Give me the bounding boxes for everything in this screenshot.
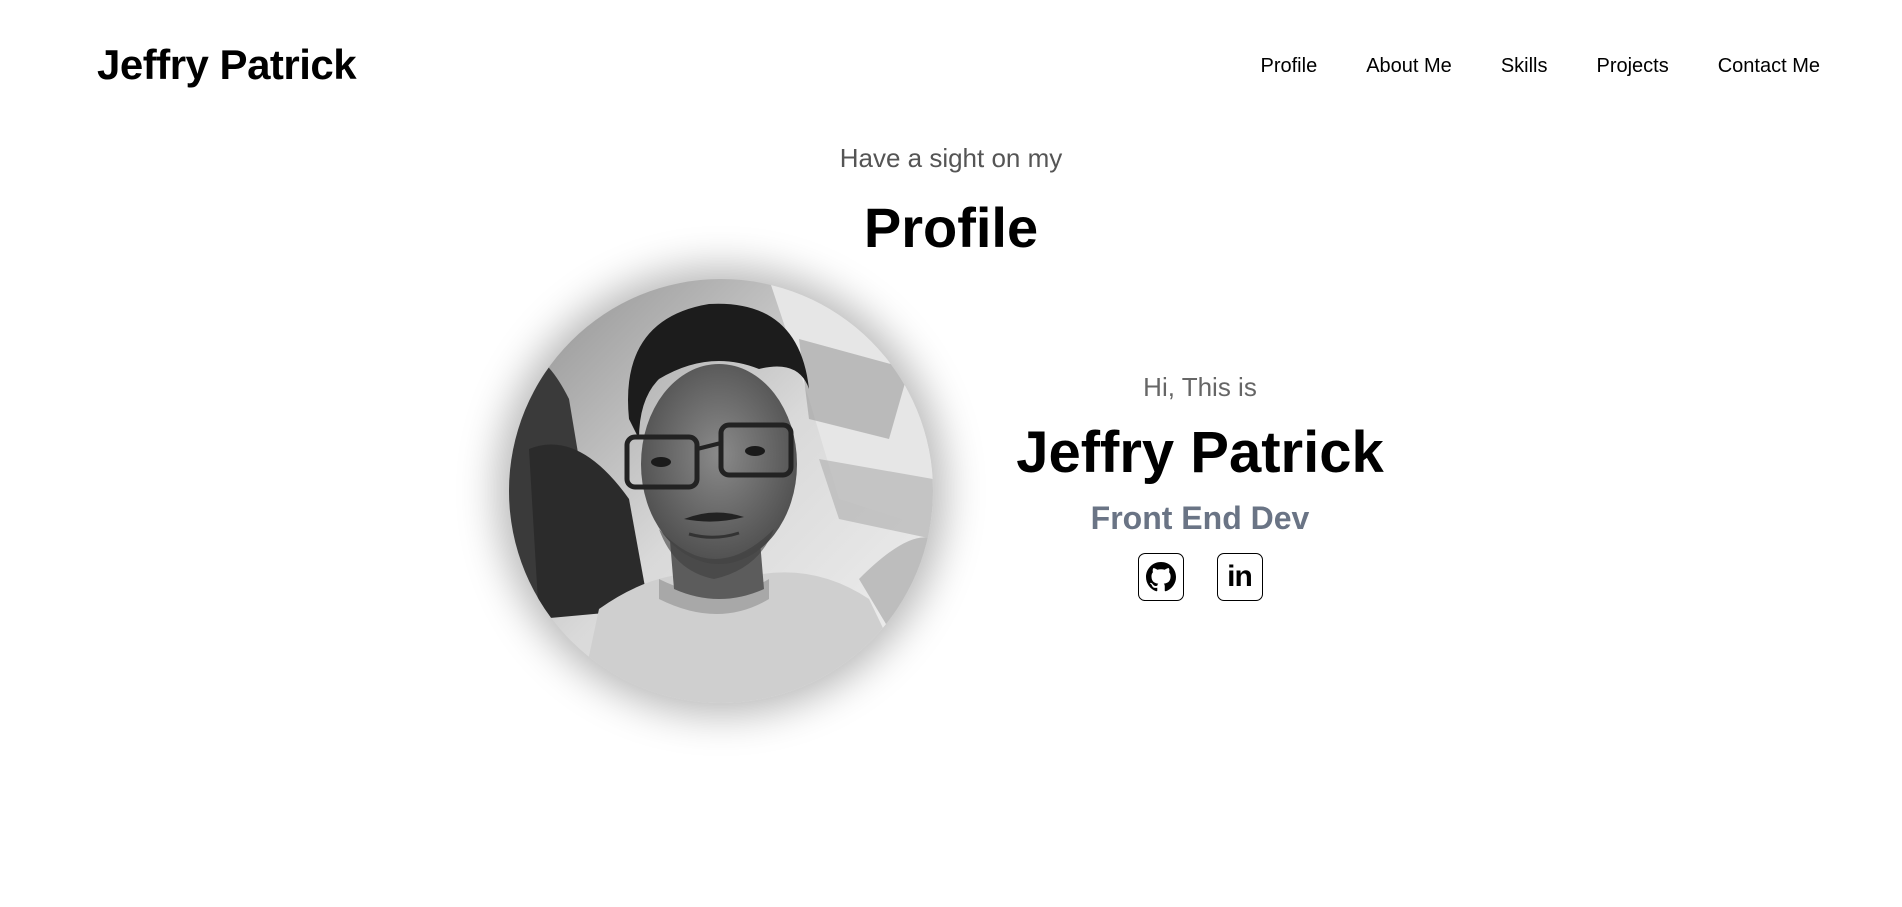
profile-page: Jeffry Patrick Profile About Me Skills P… (0, 0, 1902, 907)
site-header: Jeffry Patrick Profile About Me Skills P… (0, 0, 1902, 135)
nav-item-projects: Projects (1596, 52, 1668, 80)
linkedin-button[interactable]: in (1216, 553, 1263, 601)
nav-link-profile[interactable]: Profile (1261, 55, 1318, 77)
nav-link-contact-me[interactable]: Contact Me (1718, 55, 1820, 77)
linkedin-icon: in (1227, 560, 1253, 593)
nav-item-profile: Profile (1261, 52, 1318, 80)
nav-link-skills[interactable]: Skills (1501, 55, 1548, 77)
profile-info: Hi, This is Jeffry Patrick Front End Dev… (1000, 370, 1400, 601)
nav-list: Profile About Me Skills Projects Contact… (1261, 52, 1821, 80)
section-subtitle: Have a sight on my (839, 143, 1063, 173)
profile-photo (509, 279, 933, 703)
nav-item-contact-me: Contact Me (1718, 52, 1820, 80)
profile-role: Front End Dev (1090, 500, 1310, 536)
social-links: in (1000, 553, 1400, 601)
site-logo[interactable]: Jeffry Patrick (97, 40, 357, 90)
section-title: Profile (863, 196, 1039, 259)
greeting-text: Hi, This is (1143, 372, 1257, 402)
nav-link-projects[interactable]: Projects (1596, 55, 1668, 77)
nav-item-skills: Skills (1501, 52, 1548, 80)
profile-photo-image (509, 279, 933, 703)
profile-name: Jeffry Patrick (1016, 420, 1384, 485)
github-button[interactable] (1137, 553, 1184, 601)
nav-link-about-me[interactable]: About Me (1366, 55, 1452, 77)
github-icon (1145, 562, 1176, 592)
nav-item-about-me: About Me (1366, 52, 1452, 80)
